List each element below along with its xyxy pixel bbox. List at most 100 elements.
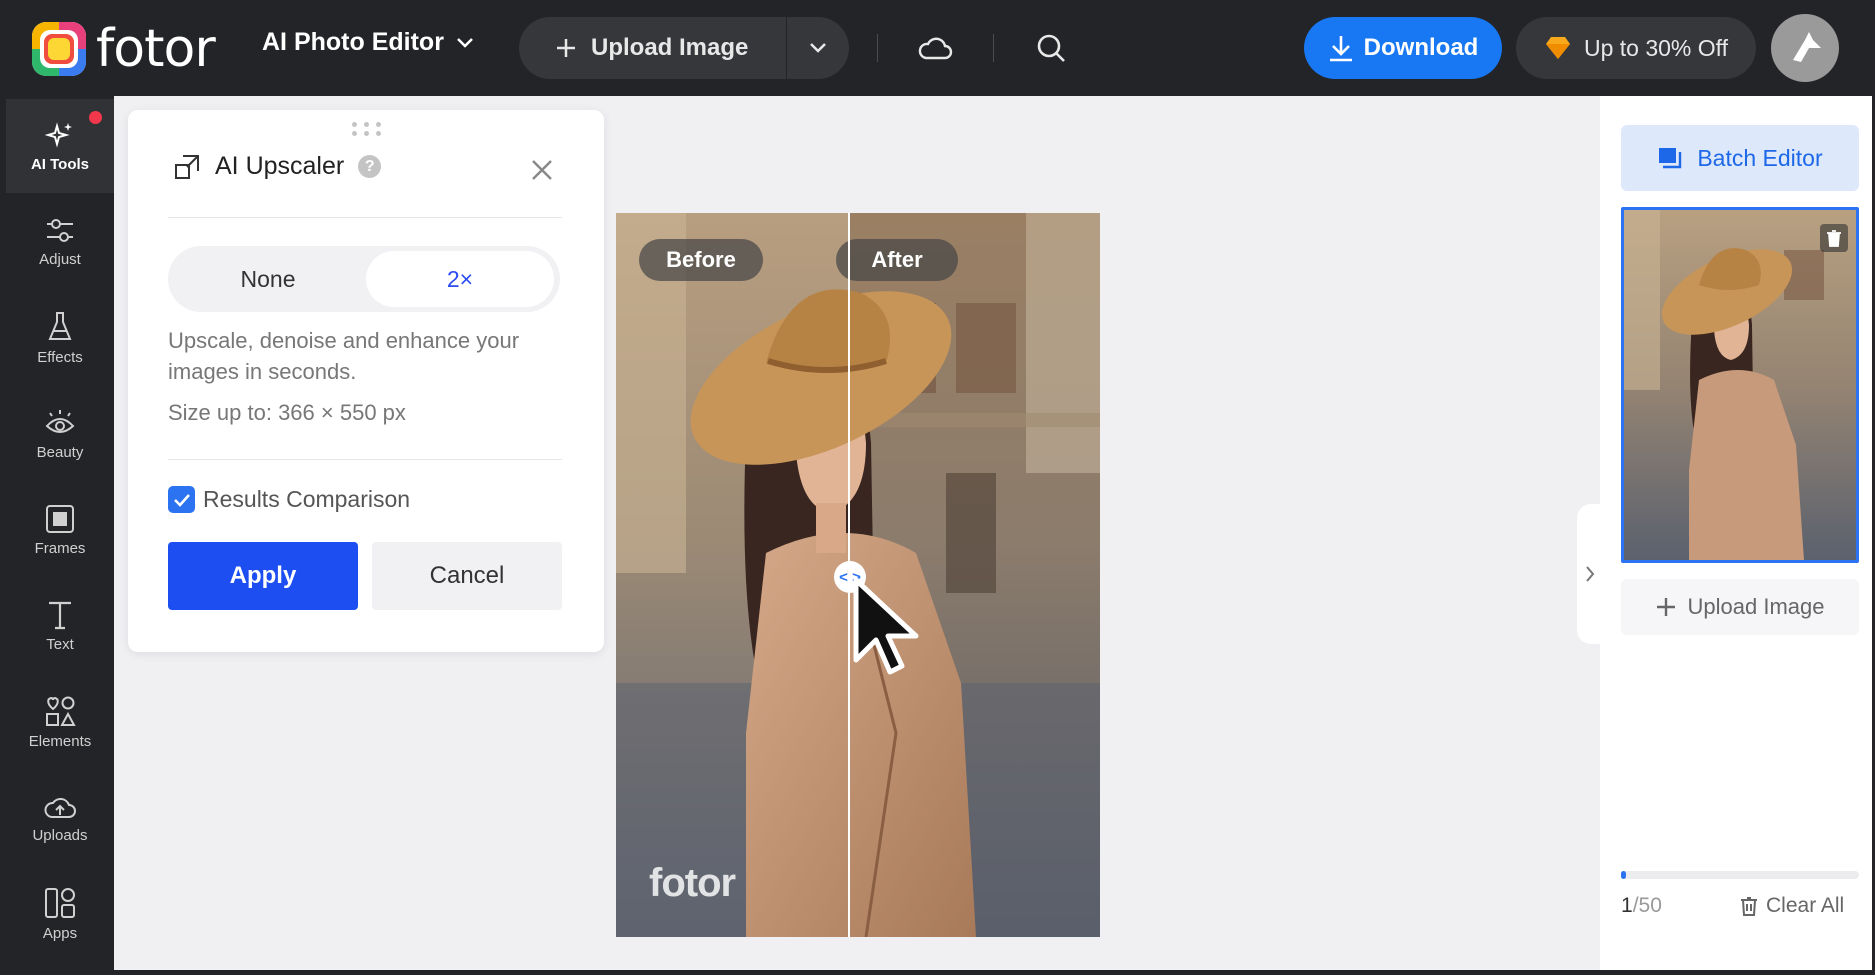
sidebar-item-label: Text (46, 635, 74, 653)
chevron-right-icon (1586, 566, 1595, 582)
flask-icon (48, 311, 72, 340)
sidebar-item-ai-tools[interactable]: AI Tools (6, 99, 114, 193)
user-avatar[interactable] (1771, 14, 1839, 82)
drag-handle[interactable] (352, 122, 382, 136)
upload-image-panel-label: Upload Image (1687, 594, 1825, 619)
chevron-down-icon (810, 43, 826, 53)
sidebar-item-label: Apps (42, 924, 78, 942)
plus-icon (1656, 598, 1675, 616)
plus-icon (557, 39, 575, 57)
download-icon (1329, 36, 1352, 62)
toolbar-divider (993, 34, 994, 62)
promo-label: Up to 30% Off (1583, 34, 1729, 61)
after-label: After (836, 239, 958, 281)
fotor-logo-icon (32, 22, 86, 76)
download-button[interactable]: Download (1304, 17, 1502, 79)
image-counter-total: /50 (1632, 894, 1662, 917)
clear-all-label: Clear All (1766, 894, 1845, 917)
diamond-icon (1545, 37, 1570, 59)
sliders-icon (47, 218, 73, 242)
scale-selector: None 2× (168, 246, 560, 312)
batch-editor-button[interactable]: Batch Editor (1621, 125, 1859, 191)
sidebar-item-uploads[interactable]: Uploads (6, 771, 114, 865)
help-icon[interactable]: ? (358, 155, 382, 178)
sidebar-item-beauty[interactable]: Beauty (6, 387, 114, 481)
sparkle-icon (45, 121, 72, 148)
trash-icon (1827, 230, 1841, 247)
text-icon (49, 601, 71, 629)
upload-image-button-panel[interactable]: Upload Image (1621, 579, 1859, 635)
sidebar-item-label: Uploads (32, 826, 88, 844)
upload-image-label: Upload Image (591, 34, 749, 61)
divider (168, 459, 562, 460)
upscale-icon (175, 154, 199, 179)
thumbnail-photo (1624, 210, 1856, 560)
notification-dot (89, 111, 102, 124)
sidebar-item-text[interactable]: Text (6, 579, 114, 673)
search-icon (1037, 34, 1065, 62)
upload-image-group: Upload Image (519, 17, 849, 79)
batch-editor-label: Batch Editor (1697, 144, 1823, 171)
batch-icon (1659, 148, 1682, 169)
search-button[interactable] (1031, 28, 1071, 68)
bird-icon (1793, 32, 1821, 62)
cloud-button[interactable] (915, 28, 955, 68)
apps-icon (45, 887, 75, 918)
cloud-upload-icon (44, 797, 76, 818)
comparison-label: Results Comparison (203, 486, 411, 512)
shapes-icon (46, 696, 76, 726)
cancel-button[interactable]: Cancel (372, 542, 562, 610)
upload-image-button[interactable]: Upload Image (519, 17, 787, 79)
scale-option-none[interactable]: None (174, 251, 362, 307)
results-comparison-toggle[interactable]: Results Comparison (168, 486, 410, 513)
upload-options-button[interactable] (787, 17, 849, 79)
comparison-checkbox[interactable] (168, 486, 195, 513)
right-panel: Batch Editor Upload Image 1/50 Clear All (1600, 96, 1872, 970)
batch-progress-bar (1621, 871, 1859, 879)
trash-icon (1741, 897, 1757, 916)
image-counter: 1/50 (1621, 894, 1662, 918)
eye-icon (45, 409, 75, 433)
chevron-down-icon (457, 37, 473, 48)
fotor-logo[interactable]: fotor (32, 19, 216, 79)
sidebar-item-label: Beauty (36, 443, 84, 461)
watermark: fotor (649, 861, 736, 905)
frame-icon (46, 504, 74, 533)
ai-upscaler-panel: AI Upscaler ? None 2× Upscale, denoise a… (128, 110, 604, 652)
left-sidebar: AI Tools Adjust Effects Beauty Frames Te… (0, 96, 114, 975)
sidebar-item-label: Effects (37, 348, 83, 366)
top-bar: fotor AI Photo Editor Upload Image Downl… (0, 0, 1875, 96)
close-icon[interactable] (528, 156, 556, 184)
panel-header: AI Upscaler ? (173, 152, 382, 181)
editor-mode-label: AI Photo Editor (262, 28, 444, 56)
sidebar-item-label: Frames (34, 539, 86, 557)
image-thumbnail[interactable] (1621, 207, 1859, 563)
apply-button[interactable]: Apply (168, 542, 358, 610)
sidebar-item-label: Elements (28, 732, 92, 750)
divider (168, 217, 562, 218)
sidebar-item-frames[interactable]: Frames (6, 483, 114, 577)
before-label: Before (639, 239, 763, 281)
delete-image-button[interactable] (1820, 224, 1848, 252)
sidebar-item-label: Adjust (39, 250, 81, 268)
sidebar-item-adjust[interactable]: Adjust (6, 195, 114, 289)
sidebar-item-effects[interactable]: Effects (6, 291, 114, 385)
sidebar-item-apps[interactable]: Apps (6, 867, 114, 961)
size-limit-text: Size up to: 366 × 550 px (168, 400, 406, 425)
download-label: Download (1363, 34, 1479, 61)
editor-mode-dropdown[interactable]: AI Photo Editor (262, 28, 474, 57)
panel-title: AI Upscaler (215, 152, 345, 180)
toolbar-divider (877, 34, 878, 62)
batch-progress-fill (1621, 871, 1626, 879)
sidebar-item-label: AI Tools (30, 155, 90, 173)
sidebar-item-elements[interactable]: Elements (6, 675, 114, 769)
scale-option-2x[interactable]: 2× (366, 251, 554, 307)
photo-preview[interactable]: Before After < > fotor (616, 213, 1100, 937)
upscaler-description: Upscale, denoise and enhance your images… (168, 328, 520, 384)
checkmark-icon (173, 493, 190, 507)
cloud-icon (918, 37, 953, 60)
clear-all-button[interactable]: Clear All (1740, 894, 1844, 918)
mouse-cursor-icon (853, 577, 919, 675)
brand-name: fotor (96, 19, 216, 79)
promo-button[interactable]: Up to 30% Off (1516, 17, 1756, 79)
